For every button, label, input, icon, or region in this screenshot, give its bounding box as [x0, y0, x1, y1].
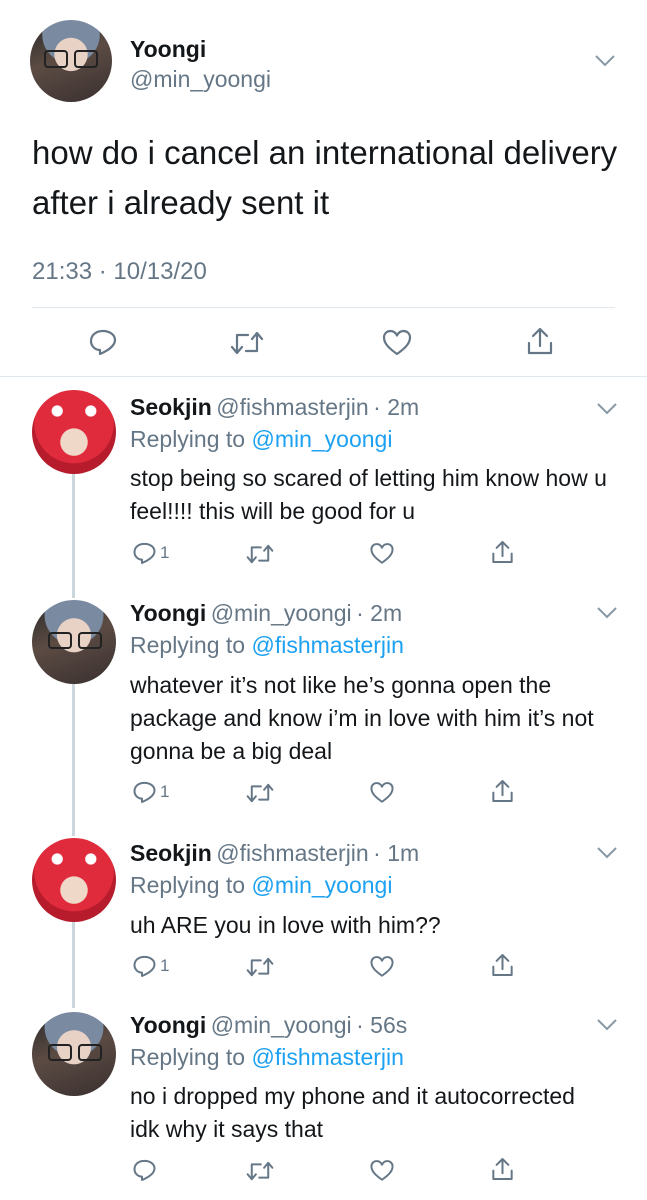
- replying-to: Replying to @fishmasterjin: [130, 632, 404, 659]
- reply-tweet[interactable]: Seokjin @fishmasterjin · 1m Replying to …: [0, 826, 647, 1002]
- main-tweet: Yoongi @min_yoongi how do i cancel an in…: [0, 0, 647, 376]
- reply-icon: [133, 542, 156, 564]
- author-display-name[interactable]: Yoongi: [130, 1012, 206, 1038]
- replying-to: Replying to @min_yoongi: [130, 426, 392, 453]
- tweet-time: · 2m: [373, 394, 420, 420]
- avatar[interactable]: [30, 20, 112, 102]
- chevron-down-icon[interactable]: [596, 846, 618, 865]
- share-icon: [527, 327, 553, 355]
- reply-icon: [133, 955, 156, 977]
- author-display-name[interactable]: Seokjin: [130, 840, 212, 866]
- replying-to: Replying to @fishmasterjin: [130, 1044, 404, 1071]
- like-button[interactable]: [381, 328, 413, 356]
- retweet-icon: [246, 544, 274, 564]
- tweet-text: no i dropped my phone and it autocorrect…: [130, 1083, 575, 1142]
- retweet-icon: [230, 331, 264, 355]
- avatar[interactable]: [32, 600, 116, 684]
- retweet-icon: [246, 1161, 274, 1181]
- author-handle[interactable]: @min_yoongi: [211, 1012, 352, 1038]
- reply-count: 1: [160, 782, 170, 801]
- author-display-name[interactable]: Yoongi: [130, 600, 206, 626]
- like-button[interactable]: [369, 541, 395, 565]
- tweet-time: · 56s: [356, 1012, 408, 1038]
- retweet-button[interactable]: [246, 782, 274, 804]
- reply-button[interactable]: 1: [132, 541, 169, 565]
- avatar[interactable]: [32, 1012, 116, 1096]
- tweet-text: stop being so scared of letting him know…: [130, 465, 607, 524]
- mention-link[interactable]: @fishmasterjin: [251, 1044, 403, 1070]
- share-button[interactable]: [490, 539, 515, 565]
- share-button[interactable]: [490, 778, 515, 804]
- replying-prefix: Replying to: [130, 426, 252, 452]
- like-icon: [382, 329, 412, 356]
- author-display-name[interactable]: Yoongi: [130, 36, 206, 63]
- share-button[interactable]: [490, 1156, 515, 1182]
- mention-link[interactable]: @min_yoongi: [251, 872, 392, 898]
- share-icon: [492, 780, 513, 802]
- reply-button[interactable]: 1: [132, 780, 169, 804]
- like-button[interactable]: [369, 1158, 395, 1182]
- author-handle[interactable]: @fishmasterjin: [216, 840, 368, 866]
- tweet-time: · 2m: [356, 600, 403, 626]
- reply-button[interactable]: [88, 328, 118, 356]
- replying-to: Replying to @min_yoongi: [130, 872, 392, 899]
- tweet-time: · 1m: [373, 840, 420, 866]
- like-icon: [370, 956, 394, 977]
- mention-link[interactable]: @fishmasterjin: [251, 632, 403, 658]
- retweet-button[interactable]: [246, 956, 274, 978]
- retweet-icon: [246, 957, 274, 977]
- reply-count: 1: [160, 543, 170, 562]
- reply-icon: [133, 781, 156, 803]
- reply-button[interactable]: [132, 1158, 160, 1182]
- retweet-button[interactable]: [230, 330, 264, 356]
- retweet-icon: [246, 783, 274, 803]
- share-icon: [492, 954, 513, 976]
- tweet-text: how do i cancel an international deliver…: [32, 134, 618, 221]
- reply-icon: [133, 1159, 156, 1181]
- avatar[interactable]: [32, 838, 116, 922]
- share-button[interactable]: [490, 952, 515, 978]
- tweet-timestamp[interactable]: 21:33 · 10/13/20: [32, 258, 207, 286]
- like-icon: [370, 782, 394, 803]
- divider: [32, 307, 615, 308]
- chevron-down-icon[interactable]: [596, 606, 618, 625]
- reply-tweet[interactable]: Yoongi @min_yoongi · 56s Replying to @fi…: [0, 1002, 647, 1200]
- replying-prefix: Replying to: [130, 632, 252, 658]
- mention-link[interactable]: @min_yoongi: [251, 426, 392, 452]
- like-button[interactable]: [369, 780, 395, 804]
- share-icon: [492, 1158, 513, 1180]
- reply-button[interactable]: 1: [132, 954, 169, 978]
- replying-prefix: Replying to: [130, 1044, 252, 1070]
- reply-tweet[interactable]: Yoongi @min_yoongi · 2m Replying to @fis…: [0, 586, 647, 826]
- share-button[interactable]: [525, 326, 555, 356]
- retweet-button[interactable]: [246, 1160, 274, 1182]
- author-display-name[interactable]: Seokjin: [130, 394, 212, 420]
- replying-prefix: Replying to: [130, 872, 252, 898]
- tweet-text: whatever it’s not like he’s gonna open t…: [130, 672, 594, 764]
- reply-tweet[interactable]: Seokjin @fishmasterjin · 2m Replying to …: [0, 376, 647, 586]
- author-handle[interactable]: @fishmasterjin: [216, 394, 368, 420]
- share-icon: [492, 541, 513, 563]
- reply-count: 1: [160, 956, 170, 975]
- author-handle[interactable]: @min_yoongi: [130, 66, 271, 93]
- like-icon: [370, 1160, 394, 1181]
- like-icon: [370, 543, 394, 564]
- like-button[interactable]: [369, 954, 395, 978]
- reply-icon: [89, 329, 117, 356]
- tweet-text: uh ARE you in love with him??: [130, 912, 441, 938]
- retweet-button[interactable]: [246, 543, 274, 565]
- chevron-down-icon[interactable]: [594, 54, 616, 73]
- chevron-down-icon[interactable]: [596, 1018, 618, 1037]
- chevron-down-icon[interactable]: [596, 402, 618, 421]
- avatar[interactable]: [32, 390, 116, 474]
- author-handle[interactable]: @min_yoongi: [211, 600, 352, 626]
